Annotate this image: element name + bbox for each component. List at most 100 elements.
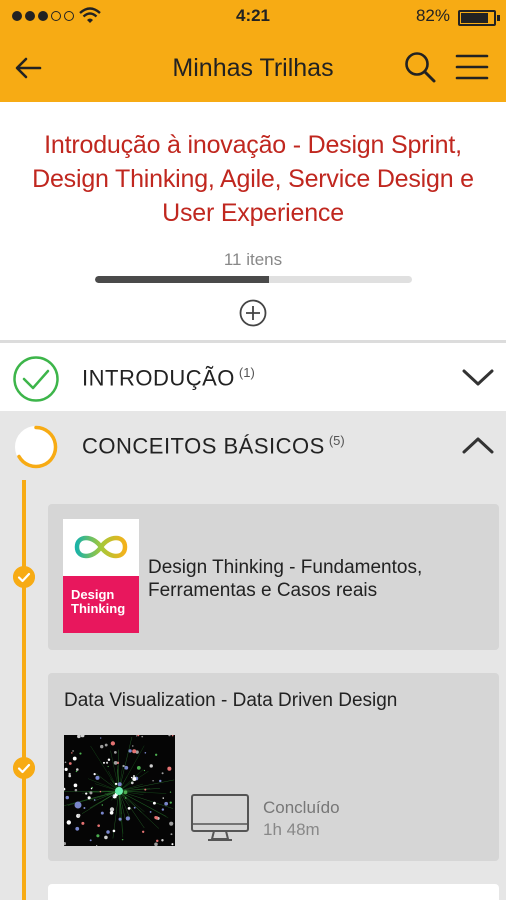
lesson-duration: 1h 48m: [263, 820, 320, 839]
section-title: INTRODUÇÃO: [82, 365, 235, 391]
network-node: [159, 779, 162, 783]
network-node: [152, 801, 156, 805]
timeline-check-icon: [13, 757, 35, 779]
network-node: [168, 735, 171, 737]
section-count: (1): [238, 365, 255, 380]
network-node: [100, 744, 104, 749]
hamburger-menu-icon[interactable]: [455, 51, 489, 83]
network-node: [109, 810, 114, 815]
network-node: [72, 750, 74, 752]
network-node: [132, 775, 136, 778]
data-visualization-thumbnail: [64, 735, 175, 846]
network-node: [65, 795, 69, 800]
network-node: [75, 770, 78, 773]
battery-icon: [458, 10, 500, 26]
network-node: [171, 843, 174, 846]
chevron-down-icon[interactable]: [460, 365, 496, 389]
network-node: [79, 752, 82, 755]
network-node: [64, 761, 67, 764]
lesson-card-design-thinking[interactable]: Design Thinking Design Thinking - Fundam…: [48, 504, 499, 650]
network-node: [107, 765, 109, 768]
network-node: [114, 782, 118, 786]
network-node: [161, 839, 164, 842]
search-icon[interactable]: [403, 50, 437, 84]
network-node: [128, 749, 132, 753]
lesson-status: Concluído: [263, 798, 340, 817]
network-node: [76, 768, 79, 771]
network-node: [89, 791, 93, 795]
network-node: [156, 839, 159, 843]
network-node: [143, 769, 146, 772]
design-thinking-thumb-label: Design Thinking: [63, 576, 139, 633]
network-node: [100, 811, 104, 815]
course-title-line: User Experience: [162, 199, 344, 227]
network-node: [122, 764, 125, 768]
timeline-line: [22, 480, 26, 900]
network-node: [170, 833, 173, 836]
network-node: [149, 764, 153, 768]
network-node: [89, 839, 92, 842]
network-graph-image: [64, 735, 175, 846]
network-node: [97, 824, 101, 828]
add-circle-icon[interactable]: [238, 298, 268, 328]
timeline-check-icon: [13, 566, 35, 588]
network-node: [136, 765, 141, 770]
network-node: [133, 806, 136, 809]
network-node: [77, 735, 81, 739]
lesson-title: Design Thinking - Fundamentos, Ferrament…: [148, 556, 422, 602]
section-conceitos-basicos[interactable]: CONCEITOS BÁSICOS (5): [0, 411, 506, 479]
network-node: [117, 782, 122, 787]
chevron-up-icon[interactable]: [460, 433, 496, 457]
network-node: [155, 816, 159, 820]
network-node: [149, 811, 152, 813]
network-node: [87, 796, 91, 800]
items-count: 11 itens: [223, 250, 283, 269]
app-header: 4:21 82% Minhas Trilhas: [0, 0, 506, 102]
network-node: [107, 758, 111, 762]
network-node: [132, 749, 137, 754]
network-edge: [95, 773, 120, 792]
section-label: INTRODUÇÃO (1): [82, 365, 255, 391]
course-progress-bar: [95, 276, 412, 283]
network-node: [164, 801, 169, 806]
network-node: [152, 780, 154, 782]
network-node: [66, 820, 71, 825]
network-node: [68, 772, 71, 776]
network-node: [106, 830, 110, 834]
lesson-title-line: Design Thinking - Fundamentos,: [148, 557, 423, 578]
network-node: [169, 821, 174, 826]
network-node: [123, 790, 128, 795]
network-node: [162, 797, 164, 799]
section-introducao[interactable]: INTRODUÇÃO (1): [0, 343, 506, 411]
network-node: [74, 788, 78, 792]
network-node: [161, 808, 165, 811]
lesson-card-data-visualization[interactable]: Data Visualization - Data Driven Design …: [48, 673, 499, 861]
network-node: [113, 751, 117, 754]
network-node: [85, 792, 88, 795]
network-node: [90, 787, 93, 790]
network-node: [121, 838, 124, 841]
network-node: [74, 801, 82, 809]
network-node: [124, 765, 129, 770]
network-edge: [118, 790, 145, 829]
network-node: [124, 797, 127, 799]
network-node: [64, 842, 67, 846]
infinity-logo-icon: [74, 535, 128, 559]
network-node: [169, 801, 172, 804]
course-progress-fill: [95, 276, 270, 283]
network-edge: [87, 778, 120, 792]
lesson-card[interactable]: [48, 884, 499, 900]
section-title: CONCEITOS BÁSICOS: [82, 433, 325, 459]
network-edge: [118, 769, 144, 792]
network-node: [127, 806, 131, 810]
course-title: Introdução à inovação - Design Sprint, D…: [20, 128, 486, 230]
network-node: [137, 735, 140, 737]
network-hub: [115, 787, 123, 795]
network-node: [77, 813, 81, 817]
network-node: [110, 741, 116, 746]
network-node: [144, 788, 147, 791]
check-circle-icon: [13, 356, 59, 402]
network-node: [130, 776, 133, 779]
network-node: [64, 787, 66, 791]
network-node: [72, 756, 77, 761]
